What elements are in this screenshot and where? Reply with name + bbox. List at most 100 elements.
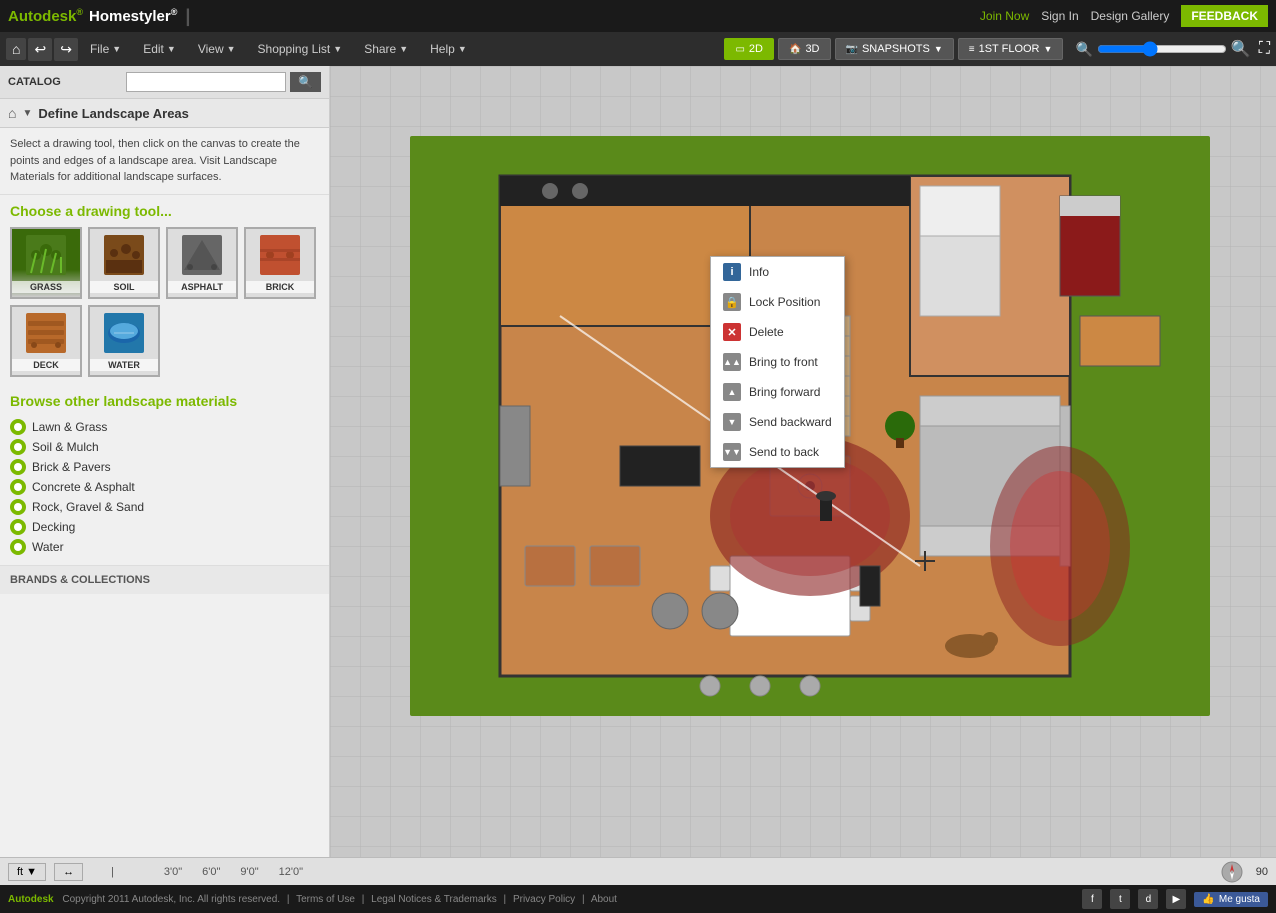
about-link[interactable]: About <box>591 894 617 905</box>
zoom-slider[interactable] <box>1097 41 1227 57</box>
youtube-icon[interactable]: ▶ <box>1166 889 1186 909</box>
snapshots-button[interactable]: 📷 SNAPSHOTS ▼ <box>835 38 954 60</box>
ctx-lock-position[interactable]: 🔒 Lock Position <box>711 287 844 317</box>
view-menu[interactable]: View▼ <box>188 38 246 60</box>
material-concrete-asphalt[interactable]: Concrete & Asphalt <box>10 477 319 497</box>
help-menu[interactable]: Help▼ <box>420 38 477 60</box>
terms-link[interactable]: Terms of Use <box>296 894 355 905</box>
soil-mulch-bullet <box>10 439 26 455</box>
tool-asphalt[interactable]: ASPHALT <box>166 227 238 299</box>
deck-label: DECK <box>12 359 80 371</box>
brick-label: BRICK <box>246 281 314 293</box>
ctx-send-to-back[interactable]: ▼▼ Send to back <box>711 437 844 467</box>
tool-water[interactable]: WATER <box>88 305 160 377</box>
catalog-header: CATALOG 🔍 <box>0 66 329 99</box>
water-label: WATER <box>90 359 158 371</box>
product-name: Homestyler® <box>89 7 177 25</box>
ctx-info-label: Info <box>749 265 769 279</box>
sign-in-link[interactable]: Sign In <box>1041 9 1078 23</box>
share-menu[interactable]: Share▼ <box>354 38 418 60</box>
landscape-materials-section: Browse other landscape materials Lawn & … <box>0 385 329 565</box>
search-input[interactable] <box>126 72 286 92</box>
ctx-delete[interactable]: ✕ Delete <box>711 317 844 347</box>
search-button[interactable]: 🔍 <box>290 72 321 92</box>
redo-button[interactable]: ↪ <box>54 38 78 61</box>
bring-forward-icon: ▲ <box>723 383 741 401</box>
app-logo: Autodesk® Homestyler® | <box>8 6 190 27</box>
scale-12ft: 12'0" <box>279 866 303 878</box>
tool-grass[interactable]: GRASS <box>10 227 82 299</box>
join-now-link[interactable]: Join Now <box>980 9 1029 23</box>
bring-to-front-icon: ▲▲ <box>723 353 741 371</box>
file-menu[interactable]: File▼ <box>80 38 131 60</box>
legal-link[interactable]: Legal Notices & Trademarks <box>371 894 497 905</box>
ruler-area: | 3'0" 6'0" 9'0" 12'0" <box>91 866 323 878</box>
compass-icon <box>1220 860 1244 884</box>
asphalt-label: ASPHALT <box>168 281 236 293</box>
ctx-delete-label: Delete <box>749 325 784 339</box>
shopping-list-menu[interactable]: Shopping List▼ <box>248 38 353 60</box>
design-gallery-link[interactable]: Design Gallery <box>1091 9 1170 23</box>
footer-copyright: Copyright 2011 Autodesk, Inc. All rights… <box>62 894 280 905</box>
description-text: Select a drawing tool, then click on the… <box>0 128 329 195</box>
footer: Autodesk Copyright 2011 Autodesk, Inc. A… <box>0 885 1276 913</box>
delicious-icon[interactable]: d <box>1138 889 1158 909</box>
decking-bullet <box>10 519 26 535</box>
home-icon[interactable]: ⌂ <box>8 105 16 121</box>
send-to-back-icon: ▼▼ <box>723 443 741 461</box>
unit-button[interactable]: ft ▼ <box>8 863 46 881</box>
brands-section: BRANDS & COLLECTIONS <box>0 565 329 594</box>
floor-button[interactable]: ≡ 1ST FLOOR ▼ <box>958 38 1064 60</box>
home-button[interactable]: ⌂ <box>6 38 26 60</box>
grass-icon <box>12 229 80 281</box>
asphalt-icon <box>168 229 236 281</box>
canvas-area[interactable]: i Info 🔒 Lock Position ✕ Delete ▲▲ Bring… <box>330 66 1276 857</box>
facebook-icon[interactable]: f <box>1082 889 1102 909</box>
fb-like-button[interactable]: 👍 Me gusta <box>1194 892 1268 907</box>
material-lawn-grass[interactable]: Lawn & Grass <box>10 417 319 437</box>
water-bullet <box>10 539 26 555</box>
ctx-send-backward-label: Send backward <box>749 415 832 429</box>
fullscreen-button[interactable]: ⛶ <box>1259 40 1270 58</box>
scale-3ft: 3'0" <box>164 866 182 878</box>
material-decking[interactable]: Decking <box>10 517 319 537</box>
twitter-icon[interactable]: t <box>1110 889 1130 909</box>
concrete-asphalt-label: Concrete & Asphalt <box>32 480 135 494</box>
tool-brick[interactable]: BRICK <box>244 227 316 299</box>
material-soil-mulch[interactable]: Soil & Mulch <box>10 437 319 457</box>
rock-gravel-label: Rock, Gravel & Sand <box>32 500 144 514</box>
ruler-button[interactable]: ↔ <box>54 863 83 881</box>
soil-icon <box>90 229 158 281</box>
landscape-title: Browse other landscape materials <box>10 393 319 409</box>
main-area: CATALOG 🔍 ⌂ ▼ Define Landscape Areas Sel… <box>0 66 1276 857</box>
zoom-out-icon[interactable]: 🔍 <box>1075 41 1092 58</box>
view-3d-button[interactable]: 🏠 3D <box>778 38 831 60</box>
lawn-grass-bullet <box>10 419 26 435</box>
material-rock-gravel-sand[interactable]: Rock, Gravel & Sand <box>10 497 319 517</box>
privacy-link[interactable]: Privacy Policy <box>513 894 575 905</box>
footer-left: Autodesk Copyright 2011 Autodesk, Inc. A… <box>8 894 617 905</box>
drawing-tools-section: Choose a drawing tool... <box>0 195 329 385</box>
material-water[interactable]: Water <box>10 537 319 557</box>
ctx-bring-forward[interactable]: ▲ Bring forward <box>711 377 844 407</box>
rock-gravel-bullet <box>10 499 26 515</box>
material-brick-pavers[interactable]: Brick & Pavers <box>10 457 319 477</box>
undo-button[interactable]: ↩ <box>28 38 52 61</box>
edit-menu[interactable]: Edit▼ <box>133 38 186 60</box>
ctx-send-backward[interactable]: ▼ Send backward <box>711 407 844 437</box>
scale-9ft: 9'0" <box>240 866 258 878</box>
ctx-send-back-label: Send to back <box>749 445 819 459</box>
brick-icon <box>246 229 314 281</box>
tool-deck[interactable]: DECK <box>10 305 82 377</box>
tool-grid: GRASS SOIL <box>10 227 319 377</box>
sidebar: CATALOG 🔍 ⌂ ▼ Define Landscape Areas Sel… <box>0 66 330 857</box>
zoom-in-icon[interactable]: 🔍 <box>1231 39 1251 59</box>
ctx-bring-to-front[interactable]: ▲▲ Bring to front <box>711 347 844 377</box>
ctx-info[interactable]: i Info <box>711 257 844 287</box>
zoom-bar: 🔍 🔍 <box>1075 39 1250 59</box>
tool-soil[interactable]: SOIL <box>88 227 160 299</box>
feedback-button[interactable]: FEEDBACK <box>1181 5 1268 27</box>
view-2d-button[interactable]: ▭ 2D <box>724 38 774 60</box>
autodesk-footer-brand: Autodesk <box>8 894 54 905</box>
water-material-label: Water <box>32 540 64 554</box>
